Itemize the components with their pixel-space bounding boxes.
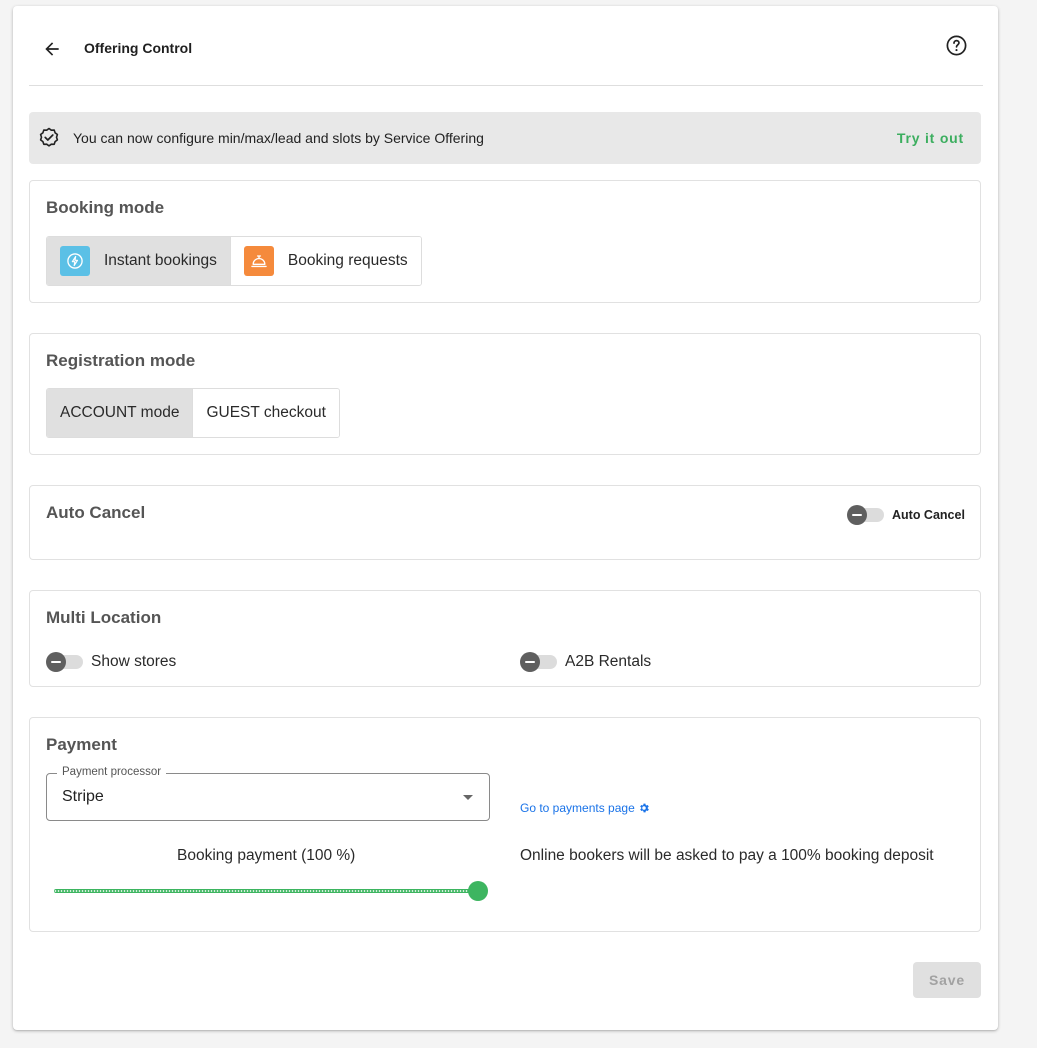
booking-payment-slider[interactable] xyxy=(54,881,490,901)
a2b-rentals-switch[interactable]: A2B Rentals xyxy=(520,652,652,672)
registration-mode-toggle-group: ACCOUNT mode GUEST checkout xyxy=(46,388,340,438)
section-title: Registration mode xyxy=(46,351,196,370)
payment-section: Payment Payment processor Stripe Go to p… xyxy=(29,717,981,932)
section-title: Auto Cancel xyxy=(46,503,146,522)
switch-thumb-minus-icon xyxy=(46,652,66,672)
switch-thumb-minus-icon xyxy=(520,652,540,672)
payments-link-text: Go to payments page xyxy=(520,801,635,815)
switch-thumb-minus-icon xyxy=(847,505,867,525)
payment-processor-value: Stripe xyxy=(62,788,104,805)
section-title: Multi Location xyxy=(46,608,162,627)
booking-requests-label: Booking requests xyxy=(287,252,408,269)
offering-control-card: Offering Control You can now configure m… xyxy=(13,6,998,1030)
booking-payment-label: Booking payment (100 %) xyxy=(177,847,356,864)
switch-track xyxy=(847,505,884,525)
auto-cancel-switch-label: Auto Cancel xyxy=(892,508,965,522)
a2b-rentals-label: A2B Rentals xyxy=(565,653,652,670)
payment-processor-label: Payment processor xyxy=(57,766,167,778)
auto-cancel-section: Auto Cancel Auto Cancel xyxy=(29,485,981,560)
help-circle-icon xyxy=(946,35,966,55)
multi-location-section: Multi Location Show stores A2B Rentals xyxy=(29,590,981,687)
instant-bookings-option[interactable]: Instant bookings xyxy=(47,237,230,285)
section-title: Booking mode xyxy=(46,198,165,217)
slider-thumb[interactable] xyxy=(468,881,488,901)
booking-mode-section: Booking mode Instant bookings Booking re… xyxy=(29,180,981,303)
feature-banner: You can now configure min/max/lead and s… xyxy=(29,112,981,164)
section-title: Payment xyxy=(46,735,117,754)
booking-requests-option[interactable]: Booking requests xyxy=(229,237,421,285)
show-stores-switch[interactable]: Show stores xyxy=(46,652,177,672)
switch-track xyxy=(46,652,83,672)
lightning-icon xyxy=(60,246,90,276)
slider-tick-marks xyxy=(54,890,478,892)
go-to-payments-link[interactable]: Go to payments page xyxy=(520,801,650,815)
registration-mode-section: Registration mode ACCOUNT mode GUEST che… xyxy=(29,333,981,455)
switch-track xyxy=(520,652,557,672)
instant-bookings-label: Instant bookings xyxy=(104,252,217,269)
booking-mode-toggle-group: Instant bookings Booking requests xyxy=(46,236,422,286)
guest-checkout-option[interactable]: GUEST checkout xyxy=(192,389,339,437)
save-button[interactable]: Save xyxy=(913,962,981,998)
service-bell-icon xyxy=(243,246,274,276)
show-stores-label: Show stores xyxy=(91,653,177,670)
page-title: Offering Control xyxy=(84,40,193,56)
back-button[interactable] xyxy=(39,36,65,62)
verified-badge-icon xyxy=(39,127,59,147)
dropdown-arrow-icon xyxy=(463,795,473,800)
auto-cancel-switch[interactable]: Auto Cancel xyxy=(847,505,965,525)
payment-processor-select[interactable]: Payment processor Stripe xyxy=(46,766,490,821)
help-button[interactable] xyxy=(944,33,968,57)
gear-icon xyxy=(639,803,649,813)
page-header: Offering Control xyxy=(29,6,983,86)
try-it-out-button[interactable]: Try it out xyxy=(897,130,964,146)
account-mode-option[interactable]: ACCOUNT mode xyxy=(47,389,193,437)
arrow-left-icon xyxy=(45,42,59,56)
deposit-description: Online bookers will be asked to pay a 10… xyxy=(520,847,934,864)
banner-message: You can now configure min/max/lead and s… xyxy=(73,130,484,146)
